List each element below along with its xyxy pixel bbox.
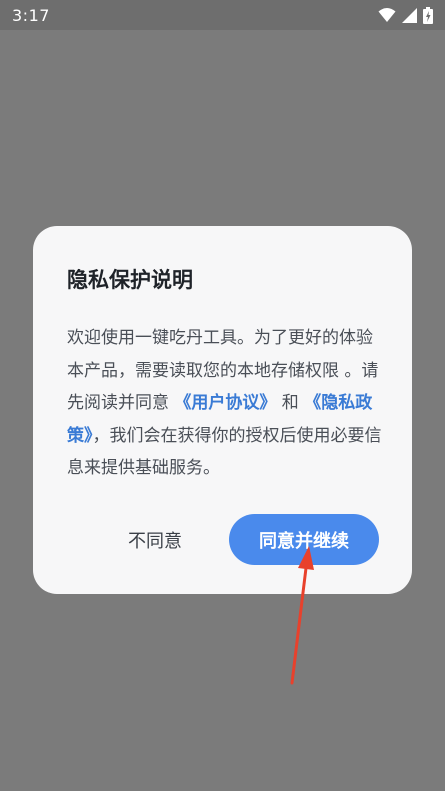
message-outro: ，我们会在获得你的授权后使用必要信息来提供基础服务。 xyxy=(67,425,382,479)
dialog-message: 欢迎使用一键吃丹工具。为了更好的体验本产品，需要读取您的本地存储权限 。请先阅读… xyxy=(67,322,385,485)
status-time: 3:17 xyxy=(12,5,50,25)
agree-continue-button[interactable]: 同意并继续 xyxy=(229,514,379,565)
dialog-title: 隐私保护说明 xyxy=(67,268,193,292)
battery-icon xyxy=(423,6,433,24)
cell-signal-icon xyxy=(402,7,417,23)
privacy-dialog: 隐私保护说明 欢迎使用一键吃丹工具。为了更好的体验本产品，需要读取您的本地存储权… xyxy=(33,226,412,594)
message-connector: 和 xyxy=(276,393,305,413)
wifi-icon xyxy=(378,8,396,22)
status-icons xyxy=(378,6,433,24)
status-bar: 3:17 xyxy=(0,0,445,30)
user-agreement-link[interactable]: 《用户协议》 xyxy=(174,393,276,413)
disagree-button[interactable]: 不同意 xyxy=(95,515,215,565)
